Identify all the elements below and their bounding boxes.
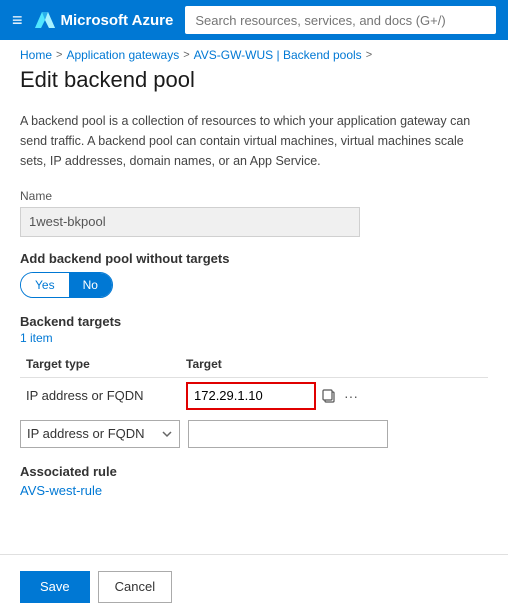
row1-target-row: ··· <box>186 382 482 410</box>
save-button[interactable]: Save <box>20 571 90 603</box>
breadcrumb-backend-pools[interactable]: AVS-GW-WUS | Backend pools <box>194 48 362 62</box>
topbar: ≡ Microsoft Azure <box>0 0 508 40</box>
hamburger-icon[interactable]: ≡ <box>12 10 23 31</box>
toggle-yes-button[interactable]: Yes <box>21 273 69 297</box>
description: A backend pool is a collection of resour… <box>20 111 480 171</box>
azure-logo-icon <box>35 10 55 30</box>
search-input[interactable] <box>185 6 496 34</box>
backend-targets-title: Backend targets <box>20 314 488 329</box>
name-label: Name <box>20 189 488 203</box>
target-type-dropdown[interactable]: IP address or FQDN <box>20 420 180 448</box>
toggle-label: Add backend pool without targets <box>20 251 488 266</box>
ellipsis-icon: ··· <box>344 388 358 404</box>
breadcrumb-sep-1: > <box>56 49 62 61</box>
name-field-row: Name 1west-bkpool <box>20 189 488 237</box>
divider <box>0 554 508 555</box>
col-target: Target <box>180 353 488 378</box>
page-content: Edit backend pool A backend pool is a co… <box>0 66 508 538</box>
col-target-type: Target type <box>20 353 180 378</box>
breadcrumb-app-gateways[interactable]: Application gateways <box>66 48 179 62</box>
target-icons: ··· <box>320 386 360 406</box>
toggle-no-button[interactable]: No <box>69 273 112 297</box>
backend-targets-section: Backend targets 1 item Target type Targe… <box>20 314 488 448</box>
assoc-rule-section: Associated rule AVS-west-rule <box>20 464 488 498</box>
toggle-row: Add backend pool without targets Yes No <box>20 251 488 298</box>
breadcrumb: Home > Application gateways > AVS-GW-WUS… <box>0 40 508 66</box>
assoc-rule-title: Associated rule <box>20 464 488 479</box>
breadcrumb-sep-3: > <box>366 49 372 61</box>
copy-icon <box>322 389 336 403</box>
toggle-group[interactable]: Yes No <box>20 272 113 298</box>
item-count: 1 item <box>20 331 488 345</box>
table-header-row: Target type Target <box>20 353 488 378</box>
logo-text: Microsoft Azure <box>61 12 174 29</box>
cancel-button[interactable]: Cancel <box>98 571 172 603</box>
assoc-rule-link[interactable]: AVS-west-rule <box>20 483 102 498</box>
page-title: Edit backend pool <box>20 66 488 95</box>
targets-table: Target type Target IP address or FQDN <box>20 353 488 414</box>
name-value: 1west-bkpool <box>20 207 360 237</box>
row1-target-cell: ··· <box>180 377 488 414</box>
more-options-button[interactable]: ··· <box>342 386 360 406</box>
copy-icon-button[interactable] <box>320 387 338 405</box>
breadcrumb-home[interactable]: Home <box>20 48 52 62</box>
row1-type: IP address or FQDN <box>20 377 180 414</box>
new-target-input[interactable] <box>188 420 388 448</box>
action-buttons: Save Cancel <box>0 571 508 603</box>
logo: Microsoft Azure <box>35 10 174 30</box>
row1-target-input[interactable] <box>186 382 316 410</box>
table-row: IP address or FQDN <box>20 377 488 414</box>
new-target-row: IP address or FQDN <box>20 420 488 448</box>
breadcrumb-sep-2: > <box>183 49 189 61</box>
